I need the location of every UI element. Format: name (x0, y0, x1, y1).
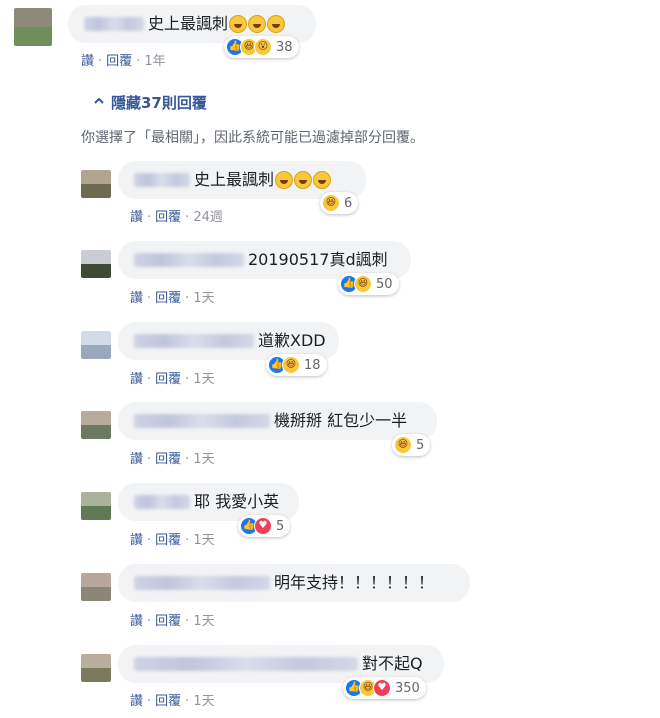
emoji-laugh-icon (274, 170, 332, 190)
avatar[interactable] (81, 250, 111, 278)
timestamp[interactable]: 1天 (193, 452, 214, 467)
reply-link[interactable]: 回覆 (155, 614, 181, 629)
like-link[interactable]: 讚 (130, 452, 143, 467)
like-link[interactable]: 讚 (130, 533, 143, 548)
like-link[interactable]: 讚 (81, 54, 94, 69)
author-name[interactable] (134, 173, 190, 187)
avatar[interactable] (14, 8, 52, 46)
reply-link[interactable]: 回覆 (155, 210, 181, 225)
reply-text: 道歉XDD (258, 331, 326, 350)
reaction-count: 38 (276, 39, 293, 55)
reaction-summary[interactable]: 👍 😆 50 (338, 273, 399, 295)
reply-actions: 讚 · 回覆 · 1天 (130, 614, 215, 629)
reply-text: 20190517真d諷刺 (248, 250, 388, 269)
timestamp[interactable]: 1天 (193, 694, 214, 709)
reply-actions: 讚 · 回覆 · 1天 (130, 291, 215, 306)
love-reaction-icon: ♥ (373, 679, 391, 697)
avatar[interactable] (81, 411, 111, 439)
avatar[interactable] (81, 492, 111, 520)
author-name[interactable] (134, 414, 270, 428)
reply-bubble: 明年支持！！！！！！ (118, 564, 470, 602)
avatar[interactable] (81, 573, 111, 601)
reply-link[interactable]: 回覆 (106, 54, 132, 69)
reply-actions: 讚 · 回覆 · 24週 (130, 210, 223, 225)
timestamp[interactable]: 24週 (193, 210, 223, 225)
reply-text: 對不起Q (362, 654, 423, 673)
reply-bubble: 機掰掰 紅包少一半 (118, 402, 437, 440)
author-name[interactable] (134, 495, 190, 509)
emoji-laugh-icon (228, 14, 286, 34)
author-name[interactable] (134, 253, 244, 267)
like-link[interactable]: 讚 (130, 614, 143, 629)
timestamp[interactable]: 1天 (193, 291, 214, 306)
haha-reaction-icon: 😆 (282, 356, 300, 374)
timestamp[interactable]: 1天 (193, 614, 214, 629)
reaction-summary[interactable]: 😆 6 (320, 192, 359, 214)
chevron-up-icon (94, 97, 104, 104)
love-reaction-icon: ♥ (254, 517, 272, 535)
reply-actions: 讚 · 回覆 · 1天 (130, 533, 215, 548)
reaction-summary[interactable]: 👍 ♥ 5 (238, 515, 291, 537)
comment-text: 史上最諷刺 (148, 14, 229, 33)
reaction-summary[interactable]: 👍 😆 ♥ 350 (343, 677, 426, 699)
reply-text: 明年支持！！！！！！ (274, 573, 435, 592)
reaction-summary[interactable]: 👍 😆 18 (266, 354, 327, 376)
like-link[interactable]: 讚 (130, 291, 143, 306)
avatar[interactable] (81, 654, 111, 682)
author-name[interactable] (84, 17, 144, 31)
reply-text: 機掰掰 紅包少一半 (274, 411, 408, 430)
like-link[interactable]: 讚 (130, 372, 143, 387)
timestamp[interactable]: 1天 (193, 533, 214, 548)
reply-link[interactable]: 回覆 (155, 533, 181, 548)
timestamp[interactable]: 1天 (193, 372, 214, 387)
author-name[interactable] (134, 334, 254, 348)
reply-link[interactable]: 回覆 (155, 372, 181, 387)
reply-actions: 讚 · 回覆 · 1天 (130, 452, 215, 467)
reply-link[interactable]: 回覆 (155, 291, 181, 306)
reply-link[interactable]: 回覆 (155, 452, 181, 467)
filter-note: 你選擇了「最相關」，因此系統可能已過濾掉部分回覆。 (81, 130, 424, 146)
comment-actions: 讚 · 回覆 · 1年 (81, 54, 166, 69)
reply-link[interactable]: 回覆 (155, 694, 181, 709)
reply-text: 耶 我愛小英 (194, 492, 280, 511)
haha-reaction-icon: 😆 (322, 194, 340, 212)
author-name[interactable] (134, 576, 270, 590)
reply-text: 史上最諷刺 (194, 170, 275, 189)
like-link[interactable]: 讚 (130, 694, 143, 709)
reaction-summary[interactable]: 😆 5 (392, 434, 431, 456)
reaction-summary[interactable]: 👍 😆 😮 38 (224, 36, 299, 58)
author-name[interactable] (134, 657, 358, 671)
haha-reaction-icon: 😆 (394, 436, 412, 454)
like-link[interactable]: 讚 (130, 210, 143, 225)
reply-actions: 讚 · 回覆 · 1天 (130, 694, 215, 709)
wow-reaction-icon: 😮 (254, 38, 272, 56)
haha-reaction-icon: 😆 (354, 275, 372, 293)
reply-actions: 讚 · 回覆 · 1天 (130, 372, 215, 387)
avatar[interactable] (81, 170, 111, 198)
timestamp[interactable]: 1年 (144, 54, 165, 69)
avatar[interactable] (81, 331, 111, 359)
hide-replies-toggle[interactable]: 隱藏37則回覆 (93, 92, 207, 113)
